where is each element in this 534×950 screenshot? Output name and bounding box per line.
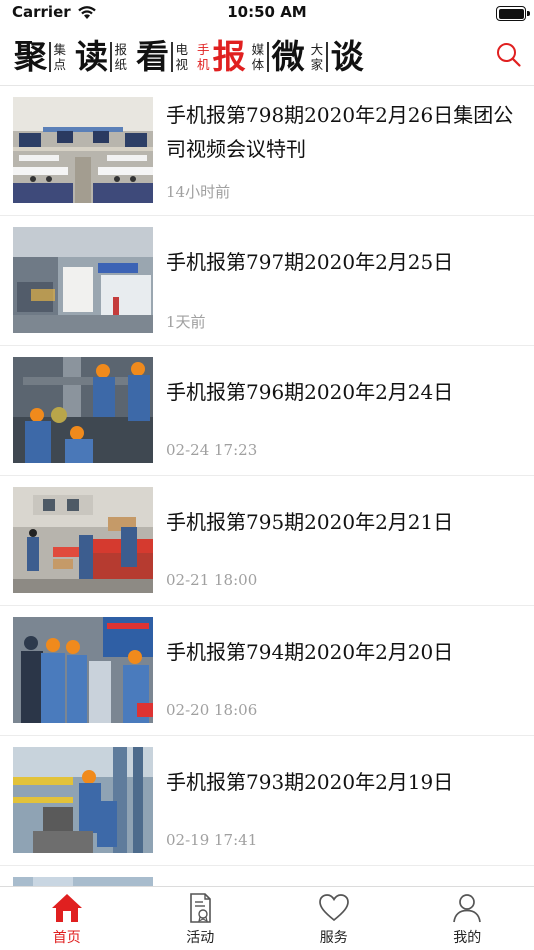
news-thumbnail[interactable] (13, 877, 153, 886)
news-time: 14小时前 (166, 183, 231, 201)
news-title[interactable]: 手机报第796期2020年2月24日 (166, 375, 520, 409)
channel-small-char: 大 (310, 41, 324, 57)
tab-home[interactable]: 首页 (0, 887, 134, 950)
activity-document-icon (190, 893, 212, 923)
news-item[interactable]: 手机报第795期2020年2月21日 02-21 18:00 (0, 476, 534, 606)
news-title[interactable]: 手机报第797期2020年2月25日 (166, 245, 520, 279)
news-item[interactable]: 手机报第798期2020年2月26日集团公司视频会议特刊 14小时前 (0, 86, 534, 216)
channel-small-char: 电 (175, 41, 189, 57)
tab-label: 我的 (453, 930, 482, 946)
workers-valve-photo (13, 747, 153, 853)
tab-service[interactable]: 服务 (267, 887, 401, 950)
truck-unloading-photo (13, 487, 153, 593)
channel-dubaozhi[interactable]: 读 报 纸 (75, 40, 130, 73)
channel-small-char: 体 (251, 56, 265, 72)
channel-small-char: 报 (114, 41, 128, 57)
search-icon (497, 43, 521, 67)
channel-small-chars: 媒 体 (252, 42, 265, 72)
channel-shoujibao[interactable]: 手 机 报 (197, 40, 246, 73)
channel-big-char: 谈 (330, 37, 364, 76)
news-item[interactable]: 手机报第793期2020年2月19日 02-19 17:41 (0, 736, 534, 866)
channel-small-char: 手 (197, 41, 210, 57)
channel-small-chars: 大 家 (311, 42, 324, 72)
channel-small-char: 点 (53, 56, 67, 72)
status-bar: Carrier 10:50 AM (0, 0, 534, 28)
news-time: 02-19 17:41 (166, 831, 258, 849)
battery-icon (496, 6, 530, 21)
channel-small-char: 家 (310, 56, 324, 72)
news-list: 手机报第798期2020年2月26日集团公司视频会议特刊 14小时前 手机报第7… (0, 86, 534, 886)
channel-jujiaodian[interactable]: 聚 集 点 (14, 40, 69, 73)
channel-small-char: 机 (197, 56, 210, 72)
news-time: 1天前 (166, 313, 206, 331)
news-thumbnail[interactable] (13, 357, 153, 463)
channel-meitiwei[interactable]: 媒 体 微 (252, 40, 305, 73)
channel-kandianshi[interactable]: 看 电 视 (136, 40, 191, 73)
channel-divider (267, 41, 269, 72)
search-button[interactable] (494, 40, 524, 70)
channel-small-chars: 报 纸 (115, 42, 128, 72)
tab-label: 活动 (186, 930, 215, 946)
tab-label: 首页 (52, 930, 81, 946)
channel-small-chars: 电 视 (176, 42, 189, 72)
channel-small-char: 媒 (251, 41, 265, 57)
news-thumbnail[interactable] (13, 227, 153, 333)
news-title[interactable]: 手机报第793期2020年2月19日 (166, 765, 520, 799)
safety-inspection-photo (13, 617, 153, 723)
news-item[interactable]: 手机报第794期2020年2月20日 02-20 18:06 (0, 606, 534, 736)
tab-mine[interactable]: 我的 (401, 887, 534, 950)
channel-big-char: 看 (136, 37, 170, 76)
news-thumbnail[interactable] (13, 97, 153, 203)
channel-big-char: 聚 (14, 37, 47, 76)
channel-small-char: 集 (53, 41, 67, 57)
news-title[interactable]: 手机报第795期2020年2月21日 (166, 505, 520, 539)
channel-divider (171, 41, 173, 72)
clock: 10:50 AM (227, 3, 307, 21)
partial-photo (13, 877, 153, 886)
news-thumbnail[interactable] (13, 487, 153, 593)
channel-divider (110, 41, 112, 72)
channel-big-char: 读 (75, 37, 109, 76)
channel-divider (49, 41, 51, 72)
news-item[interactable]: 手机报第797期2020年2月25日 1天前 (0, 216, 534, 346)
heart-icon (318, 894, 349, 922)
news-time: 02-21 18:00 (166, 571, 258, 589)
tab-activity[interactable]: 活动 (134, 887, 268, 950)
workers-pipes-photo (13, 357, 153, 463)
news-thumbnail[interactable] (13, 747, 153, 853)
news-item-partial[interactable] (0, 866, 534, 886)
tab-label: 服务 (319, 930, 348, 946)
channel-big-char: 报 (212, 37, 246, 76)
news-item[interactable]: 手机报第796期2020年2月24日 02-24 17:23 (0, 346, 534, 476)
warehouse-forklift-photo (13, 227, 153, 333)
home-icon (51, 894, 82, 922)
channel-nav: 聚 集 点 读 报 纸 看 电 视 手 机 报 媒 体 微 大 家 谈 (0, 28, 534, 86)
channel-list: 聚 集 点 读 报 纸 看 电 视 手 机 报 媒 体 微 大 家 谈 (0, 40, 370, 73)
channel-big-char: 微 (271, 37, 305, 76)
channel-small-chars: 集 点 (54, 42, 67, 72)
channel-divider (326, 41, 328, 72)
news-time: 02-20 18:06 (166, 701, 258, 719)
channel-dajiatan[interactable]: 大 家 谈 (311, 40, 364, 73)
user-icon (453, 894, 482, 923)
channel-small-char: 纸 (114, 56, 128, 72)
news-title[interactable]: 手机报第794期2020年2月20日 (166, 635, 520, 669)
news-title[interactable]: 手机报第798期2020年2月26日集团公司视频会议特刊 (166, 98, 520, 166)
meeting-photo (13, 97, 153, 203)
channel-small-char: 视 (175, 56, 189, 72)
news-thumbnail[interactable] (13, 617, 153, 723)
channel-small-chars: 手 机 (197, 42, 210, 72)
tab-bar: 首页 活动 服务 我的 (0, 886, 534, 950)
news-time: 02-24 17:23 (166, 441, 258, 459)
